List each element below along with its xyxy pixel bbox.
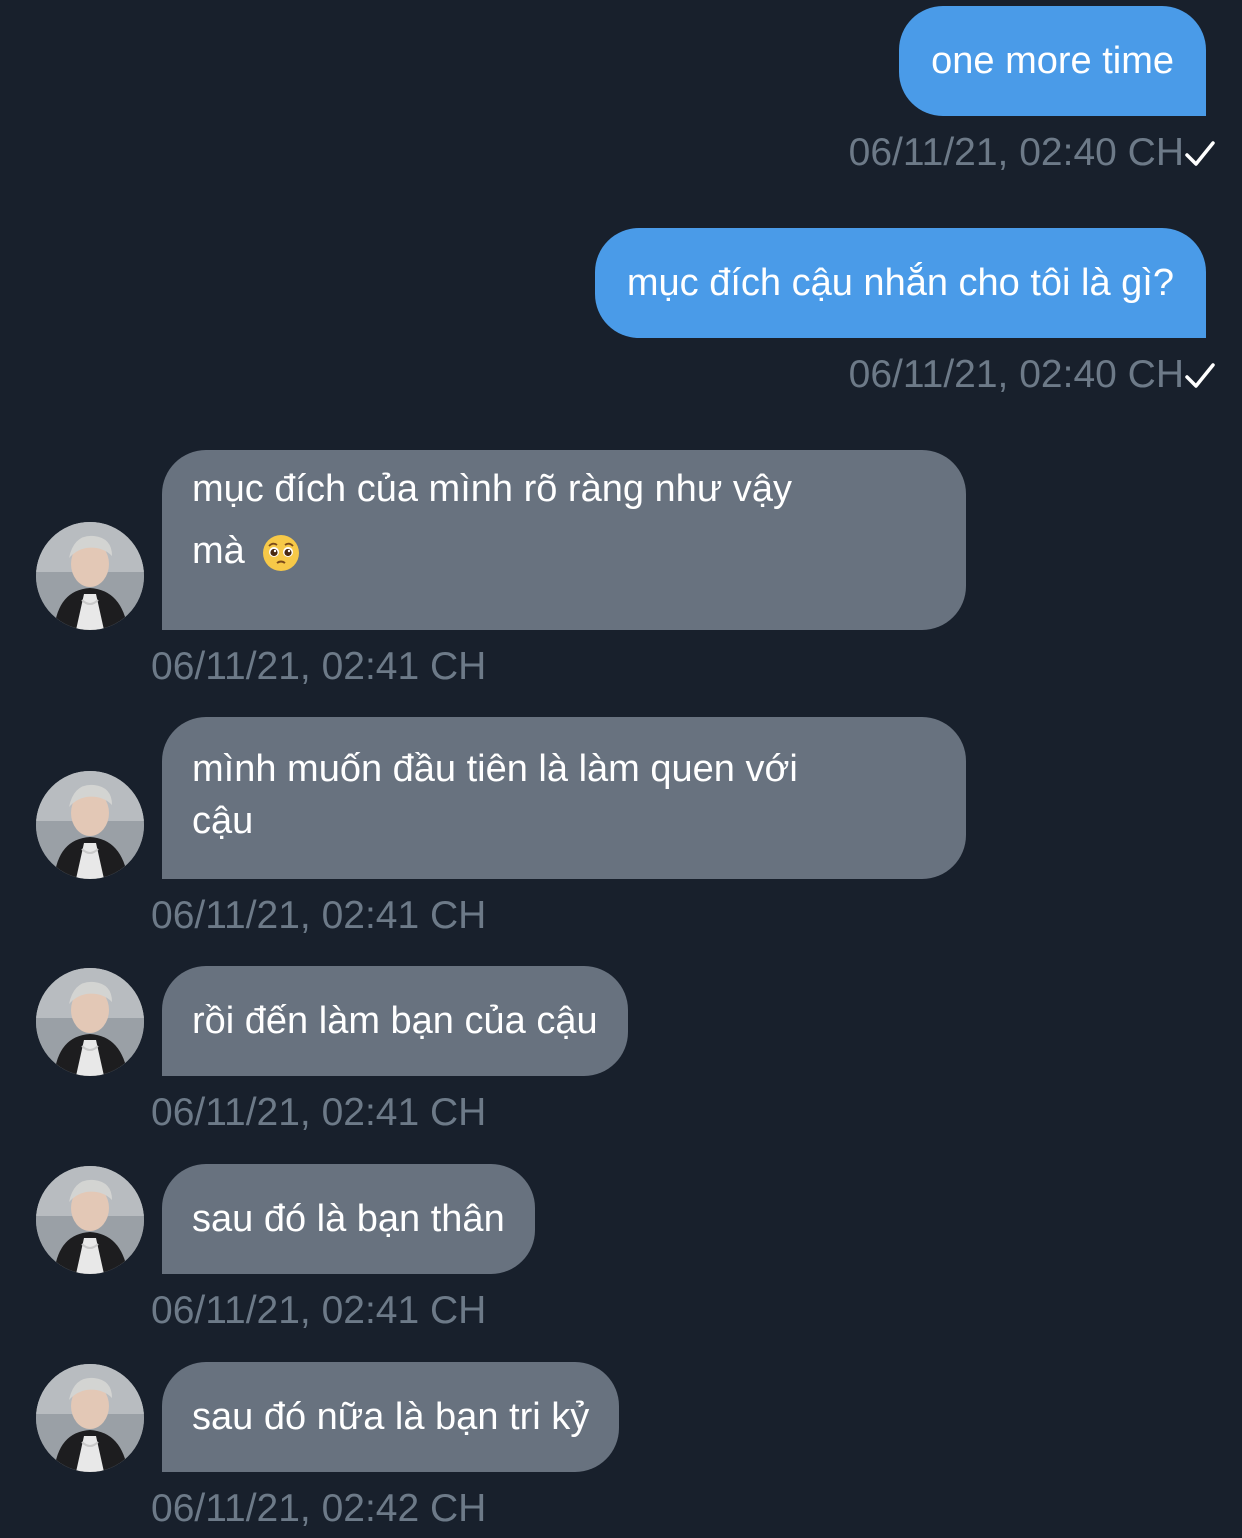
- sent-message-bubble[interactable]: mục đích cậu nhắn cho tôi là gì?: [594, 228, 1206, 338]
- sent-message-bubble[interactable]: one more time: [899, 6, 1206, 116]
- message-text: mình muốn đầu tiên là làm quen với: [192, 748, 798, 790]
- message-timestamp: 06/11/21, 02:41 CH: [151, 894, 487, 937]
- received-message-bubble[interactable]: rồi đến làm bạn của cậu: [162, 966, 628, 1076]
- avatar[interactable]: [36, 1166, 144, 1274]
- message-text: sau đó nữa là bạn tri kỷ: [192, 1396, 590, 1438]
- received-message-bubble[interactable]: sau đó là bạn thân: [162, 1164, 535, 1274]
- avatar[interactable]: [36, 771, 144, 879]
- check-icon: [1185, 363, 1215, 388]
- pleading-face-emoji-icon: [263, 534, 300, 571]
- message-text: one more time: [931, 40, 1174, 82]
- message-timestamp: 06/11/21, 02:41 CH: [151, 1091, 487, 1134]
- message-timestamp: 06/11/21, 02:41 CH: [151, 645, 487, 688]
- message-text: mà: [192, 530, 245, 572]
- message-text: rồi đến làm bạn của cậu: [192, 1000, 598, 1042]
- message-text: cậu: [192, 800, 254, 842]
- message-text: mục đích của mình rõ ràng như vậy: [192, 468, 792, 510]
- message-text: sau đó là bạn thân: [192, 1198, 505, 1240]
- avatar[interactable]: [36, 522, 144, 630]
- message-timestamp: 06/11/21, 02:40 CH: [848, 131, 1184, 174]
- message-timestamp: 06/11/21, 02:42 CH: [151, 1487, 487, 1530]
- received-message-bubble[interactable]: mục đích của mình rõ ràng như vậy mà: [162, 450, 966, 630]
- received-message-bubble[interactable]: sau đó nữa là bạn tri kỷ: [162, 1362, 620, 1472]
- avatar[interactable]: [36, 968, 144, 1076]
- check-icon: [1185, 141, 1215, 166]
- message-timestamp: 06/11/21, 02:40 CH: [848, 353, 1184, 396]
- received-message-bubble[interactable]: mình muốn đầu tiên là làm quen với cậu: [162, 717, 966, 879]
- message-text: mục đích cậu nhắn cho tôi là gì?: [626, 262, 1174, 304]
- message-timestamp: 06/11/21, 02:41 CH: [151, 1289, 487, 1332]
- avatar[interactable]: [36, 1364, 144, 1472]
